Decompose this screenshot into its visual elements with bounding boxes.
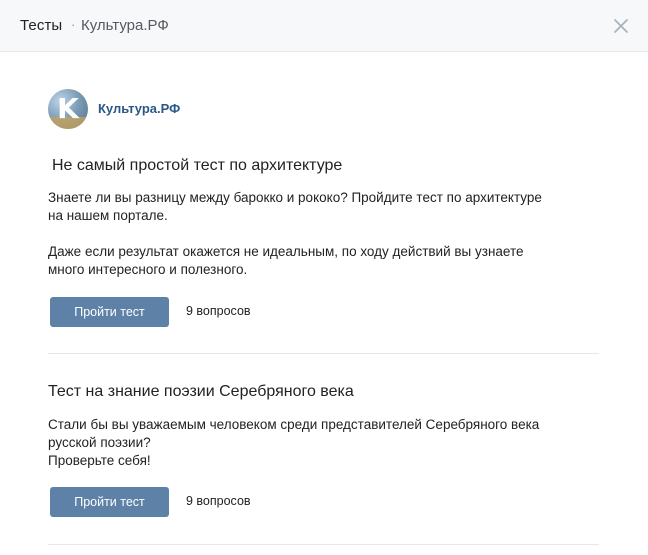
test-description-line: Даже если результат окажется не идеальны… <box>48 244 524 259</box>
test-card: Не самый простой тест по архитектуре Зна… <box>48 156 600 327</box>
modal-header: Тесты · Культура.РФ <box>0 0 648 52</box>
test-description-line: на нашем портале. <box>48 208 168 223</box>
test-card: Тест на знание поэзии Серебряного века С… <box>48 382 600 517</box>
test-description-line: русской поэзии? <box>48 435 151 450</box>
question-count: 9 вопросов <box>186 494 251 508</box>
test-description: Знаете ли вы разницу между барокко и рок… <box>48 189 600 279</box>
test-title[interactable]: Не самый простой тест по архитектуре <box>48 156 600 176</box>
avatar[interactable]: K <box>48 89 88 129</box>
divider <box>48 353 599 354</box>
close-icon[interactable] <box>611 16 631 36</box>
test-description-line: Проверьте себя! <box>48 453 151 468</box>
header-community-link[interactable]: Культура.РФ <box>81 17 169 34</box>
test-description-line: Знаете ли вы разницу между барокко и рок… <box>48 190 542 205</box>
test-title[interactable]: Тест на знание поэзии Серебряного века <box>48 382 600 402</box>
test-description: Стали бы вы уважаемым человеком среди пр… <box>48 416 600 470</box>
test-description-line <box>48 225 600 243</box>
question-count: 9 вопросов <box>186 304 251 318</box>
divider <box>48 544 599 545</box>
test-description-line: Стали бы вы уважаемым человеком среди пр… <box>48 417 540 432</box>
avatar-letter: K <box>57 92 79 125</box>
start-test-button[interactable]: Пройти тест <box>50 297 169 327</box>
start-test-button[interactable]: Пройти тест <box>50 487 169 517</box>
community-name-link[interactable]: Культура.РФ <box>98 101 180 116</box>
test-description-line: много интересного и полезного. <box>48 262 248 277</box>
header-title: Тесты <box>20 17 63 34</box>
header-separator: · <box>71 17 76 32</box>
